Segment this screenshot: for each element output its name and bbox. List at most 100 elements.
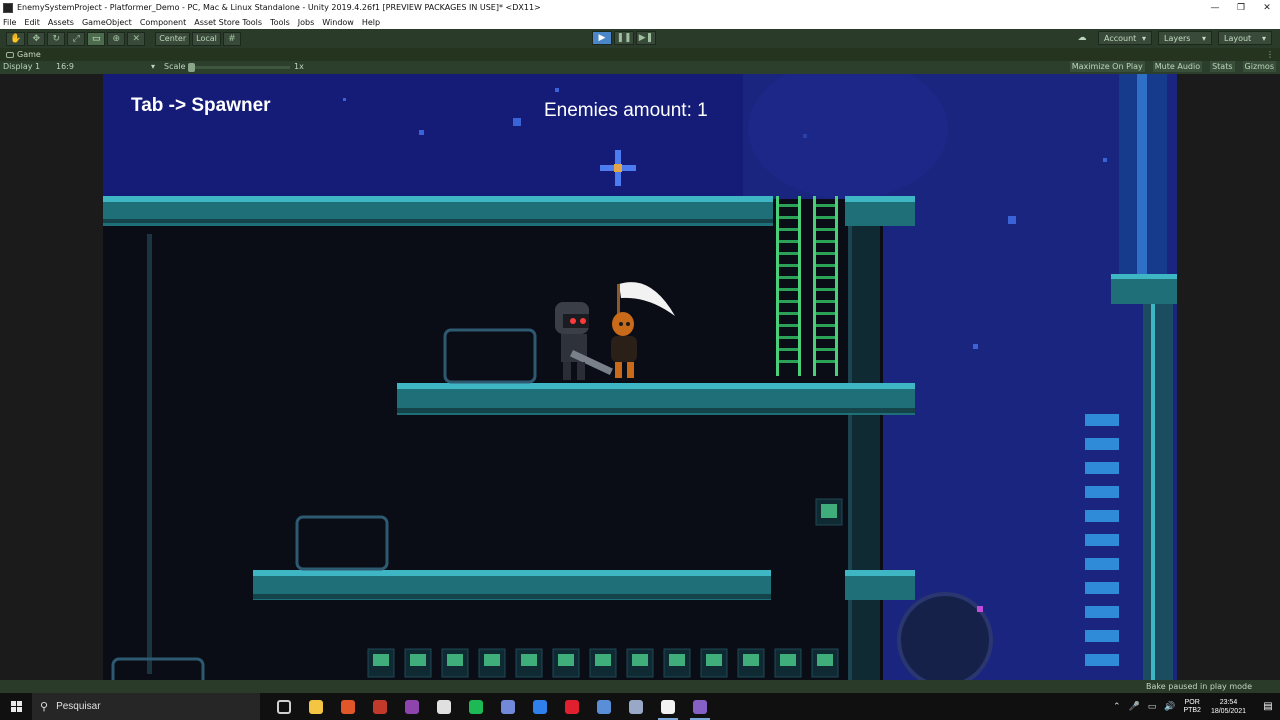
office-icon[interactable] [332, 693, 364, 720]
rotate-tool-icon[interactable]: ↻ [47, 31, 66, 46]
menu-component[interactable]: Component [140, 18, 186, 27]
spotify-icon[interactable] [460, 693, 492, 720]
file-explorer-icon[interactable] [300, 693, 332, 720]
app-store-icon[interactable] [588, 693, 620, 720]
app-red-glyph [373, 699, 387, 714]
taskbar-apps [268, 693, 716, 720]
pivot-center-button[interactable]: Center [155, 31, 191, 46]
game-controller-icon [6, 51, 14, 58]
transform-tool-icon[interactable]: ⊕ [107, 31, 126, 46]
unity-app-icon [3, 2, 13, 13]
github-desktop-icon[interactable] [396, 693, 428, 720]
title-bar: EnemySystemProject - Platformer_Demo - P… [0, 0, 1280, 15]
game-tab-bar: Game ⋮ [0, 48, 1280, 61]
pivot-local-button[interactable]: Local [192, 31, 221, 46]
taskbar-search[interactable]: ⚲ Pesquisar [32, 693, 260, 720]
grid-snap-icon[interactable]: # [222, 31, 241, 46]
task-view-icon[interactable] [268, 693, 300, 720]
scale-label: Scale [164, 62, 186, 71]
step-button-icon[interactable]: ▶❚ [636, 31, 656, 45]
opera-icon[interactable] [556, 693, 588, 720]
github-desktop-glyph [405, 699, 419, 714]
layers-label: Layers [1164, 33, 1191, 43]
start-button[interactable] [0, 693, 32, 720]
window-title: EnemySystemProject - Platformer_Demo - P… [17, 3, 541, 12]
maximize-on-play-toggle[interactable]: Maximize On Play [1069, 61, 1145, 72]
editor-toolbar: ✋ ✥ ↻ ⤢ ▭ ⊕ ✕ Center Local # ▶ ❚❚ ▶❚ ☁ A… [0, 29, 1280, 48]
app-blue-glyph [533, 699, 547, 714]
scale-slider[interactable] [188, 63, 290, 72]
visual-studio-icon[interactable] [684, 693, 716, 720]
unity-hub-glyph [437, 699, 451, 714]
clock-time: 23:54 [1219, 698, 1238, 706]
system-tray: ⌃ 🎤 ▭ 🔊 POR PTB2 23:54 18/05/2021 ▤ [1113, 693, 1280, 720]
status-bar: Bake paused in play mode [0, 680, 1280, 693]
account-label: Account [1104, 33, 1137, 43]
game-viewport: Tab -> Spawner Enemies amount: 1 [0, 74, 1280, 680]
game-scene[interactable]: Tab -> Spawner Enemies amount: 1 [103, 74, 1177, 680]
menu-tools[interactable]: Tools [270, 18, 290, 27]
minimize-button[interactable]: — [1202, 0, 1228, 15]
pink-star [977, 606, 983, 612]
close-button[interactable]: ✕ [1254, 0, 1280, 15]
maximize-button[interactable]: ❐ [1228, 0, 1254, 15]
menu-assets[interactable]: Assets [48, 18, 74, 27]
pause-button-icon[interactable]: ❚❚ [614, 31, 634, 45]
layers-dropdown[interactable]: Layers ▾ [1158, 31, 1212, 45]
menu-bar: File Edit Assets GameObject Component As… [0, 15, 1280, 29]
task-view-glyph [277, 699, 291, 714]
unity-hub-icon[interactable] [428, 693, 460, 720]
cloud-icon[interactable]: ☁ [1072, 31, 1092, 45]
clock[interactable]: 23:54 18/05/2021 [1211, 698, 1246, 716]
tab-game-label: Game [17, 50, 41, 59]
account-dropdown[interactable]: Account ▾ [1098, 31, 1152, 45]
gizmos-toggle[interactable]: Gizmos [1242, 61, 1276, 72]
move-tool-icon[interactable]: ✥ [27, 31, 46, 46]
enemies-counter: Enemies amount: 1 [544, 100, 708, 121]
scale-slider-handle[interactable] [188, 63, 195, 72]
unity-editor-icon[interactable] [652, 693, 684, 720]
network-icon[interactable]: ▭ [1148, 702, 1157, 712]
clock-date: 18/05/2021 [1210, 707, 1246, 715]
scale-tool-icon[interactable]: ⤢ [67, 31, 86, 46]
scale-value: 1x [294, 62, 304, 71]
tab-game[interactable]: Game [6, 50, 41, 59]
rect-tool-icon[interactable]: ▭ [87, 31, 106, 46]
speaker-icon[interactable]: 🔊 [1164, 702, 1175, 712]
chevron-down-icon: ▾ [1201, 33, 1206, 43]
menu-asset-store-tools[interactable]: Asset Store Tools [194, 18, 262, 27]
app-store-glyph [597, 699, 611, 714]
microphone-icon[interactable]: 🎤 [1128, 702, 1139, 712]
keyboard-label: PTB2 [1183, 706, 1201, 714]
play-button-icon[interactable]: ▶ [592, 31, 612, 45]
menu-window[interactable]: Window [322, 18, 354, 27]
app-blue-icon[interactable] [524, 693, 556, 720]
notification-icon[interactable]: ▤ [1256, 693, 1280, 720]
pivot-toggles: Center Local # [155, 31, 243, 46]
discord-glyph [501, 699, 515, 714]
chevron-down-icon: ▾ [1261, 33, 1266, 43]
visual-studio-glyph [693, 699, 707, 714]
spotify-glyph [469, 699, 483, 714]
stats-toggle[interactable]: Stats [1210, 61, 1235, 72]
hand-tool-icon[interactable]: ✋ [6, 31, 26, 46]
chevron-down-icon: ▾ [151, 62, 156, 71]
menu-file[interactable]: File [3, 18, 16, 27]
display-dropdown[interactable]: Display 1 [3, 62, 40, 71]
status-message: Bake paused in play mode [1146, 682, 1252, 691]
app-red-icon[interactable] [364, 693, 396, 720]
custom-tool-icon[interactable]: ✕ [127, 31, 146, 46]
menu-help[interactable]: Help [362, 18, 380, 27]
app-chat-icon[interactable] [620, 693, 652, 720]
menu-jobs[interactable]: Jobs [298, 18, 315, 27]
discord-icon[interactable] [492, 693, 524, 720]
mute-audio-toggle[interactable]: Mute Audio [1152, 61, 1203, 72]
tab-menu-icon[interactable]: ⋮ [1266, 50, 1274, 59]
layout-dropdown[interactable]: Layout ▾ [1218, 31, 1272, 45]
window-controls: — ❐ ✕ [1202, 0, 1280, 15]
language-indicator[interactable]: POR PTB2 [1183, 699, 1201, 715]
menu-edit[interactable]: Edit [24, 18, 40, 27]
menu-gameobject[interactable]: GameObject [82, 18, 132, 27]
aspect-dropdown[interactable]: 16:9 [56, 62, 74, 71]
chevron-up-icon[interactable]: ⌃ [1113, 702, 1121, 712]
